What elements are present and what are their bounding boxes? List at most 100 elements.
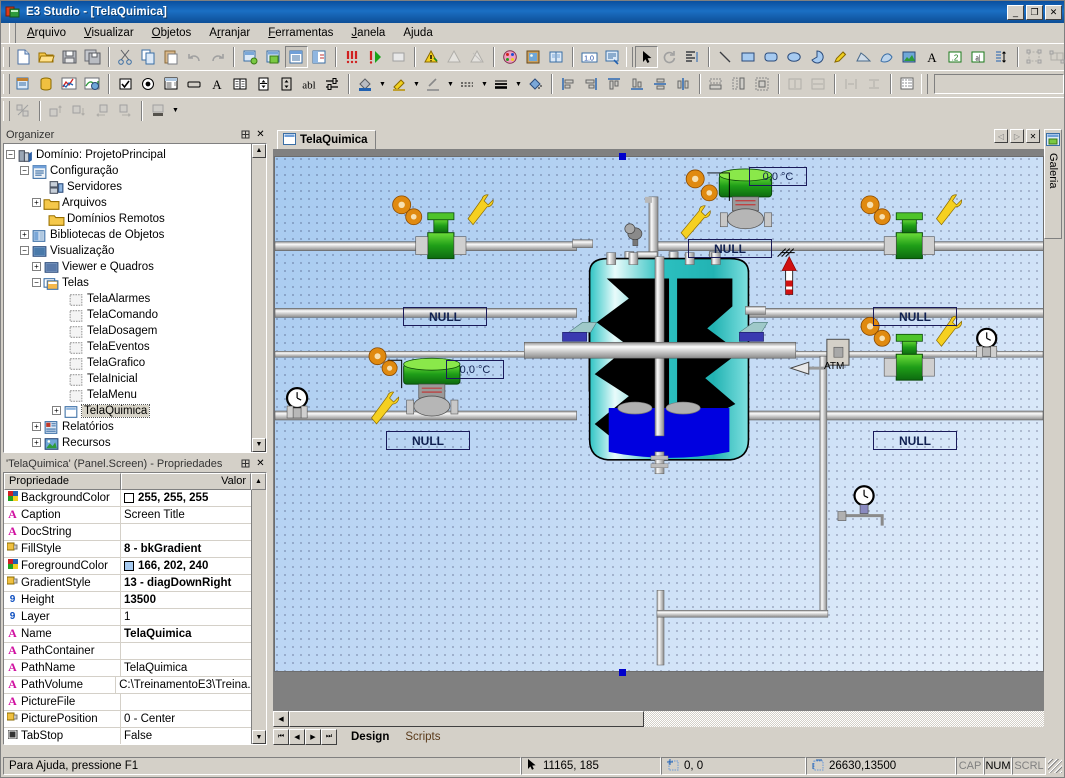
toolbar-grip-4[interactable] (921, 74, 928, 94)
expander-toggle[interactable]: + (32, 438, 41, 448)
fill-color-dropdown[interactable]: ▼ (377, 73, 388, 95)
warning-disabled-icon[interactable] (443, 46, 466, 68)
property-row-pathvolume[interactable]: A PathVolume C:\TreinamentoE3\Treina... (4, 676, 251, 694)
column-header-property[interactable]: Propriedade (4, 472, 121, 490)
same-size-icon[interactable] (751, 73, 774, 95)
same-height-icon[interactable] (728, 73, 751, 95)
column-header-value[interactable]: Valor (121, 472, 251, 490)
textbox-tool-icon[interactable]: abl (298, 73, 321, 95)
expander-toggle[interactable]: − (32, 278, 41, 288)
expander-toggle[interactable]: + (52, 406, 61, 416)
toolbar-grip-3[interactable] (3, 74, 10, 94)
property-value[interactable]: TelaQuimica (121, 660, 251, 676)
temp-display-left[interactable]: 0,0 °C (446, 360, 504, 379)
canvas-horizontal-scrollbar[interactable]: ◀ (273, 711, 1044, 727)
pencil-tool-icon[interactable] (829, 46, 852, 68)
property-value[interactable]: C:\TreinamentoE3\Treina... (116, 677, 251, 693)
tree-node-recursos[interactable]: + Recursos (6, 435, 251, 451)
tree-vertical-scrollbar[interactable]: ▲ ▼ (251, 143, 266, 452)
nudge-up-icon[interactable] (45, 100, 68, 122)
property-row-foregroundcolor[interactable]: ForegroundColor 166, 202, 240 (4, 557, 251, 575)
trend-chart-icon[interactable] (58, 73, 81, 95)
align-bottom-icon[interactable] (626, 73, 649, 95)
align-top-icon[interactable] (603, 73, 626, 95)
menu-arranjar[interactable]: Arranjar (200, 25, 259, 41)
sidebar-item-teladosagem[interactable]: TelaDosagem (6, 323, 251, 339)
space-vertical-icon[interactable] (807, 73, 830, 95)
button-tool-icon[interactable] (183, 73, 206, 95)
insert-object-icon[interactable] (239, 46, 262, 68)
sidebar-item-telagrafico[interactable]: TelaGrafico (6, 355, 251, 371)
resize-grip[interactable] (1048, 759, 1062, 773)
expander-toggle[interactable]: + (32, 198, 41, 208)
slider-tool-icon[interactable] (321, 73, 344, 95)
tab-scripts[interactable]: Scripts (393, 729, 450, 746)
updown-tool-icon[interactable] (275, 73, 298, 95)
restore-button[interactable]: ❐ (1026, 4, 1043, 20)
expander-toggle[interactable]: − (6, 150, 15, 160)
property-row-name[interactable]: A Name TelaQuimica (4, 625, 251, 643)
setpoint-tool-icon[interactable] (990, 46, 1013, 68)
property-value[interactable]: 0 - Center (121, 711, 251, 727)
line-weight-icon[interactable] (490, 73, 513, 95)
properties-scroll-down-button[interactable]: ▼ (252, 730, 266, 745)
polygon-tool-icon[interactable] (852, 46, 875, 68)
spin-tool-icon[interactable] (252, 73, 275, 95)
property-row-backgroundcolor[interactable]: BackgroundColor 255, 255, 255 (4, 489, 251, 507)
zoom-100-icon[interactable]: 1.0 (578, 46, 601, 68)
align-left-icon[interactable] (557, 73, 580, 95)
temp-display-top[interactable]: 0,0 °C (749, 167, 807, 186)
warning-off-icon[interactable] (466, 46, 489, 68)
fill-style-icon[interactable] (147, 100, 170, 122)
nav-last-button[interactable]: ⏭ (321, 729, 337, 745)
run-alarms-icon[interactable] (341, 46, 364, 68)
menu-visualizar[interactable]: Visualizar (75, 25, 143, 41)
selection-handle-bottom[interactable] (619, 669, 626, 676)
new-screen-icon[interactable] (262, 46, 285, 68)
tree-node-dominio[interactable]: − Domínio: ProjetoPrincipal (6, 147, 251, 163)
toolbar-grip-2[interactable] (626, 47, 633, 67)
tree-node-bibliotecas[interactable]: + Bibliotecas de Objetos (6, 227, 251, 243)
color-palette-icon[interactable] (499, 46, 522, 68)
selection-handle-top[interactable] (619, 153, 626, 160)
radiobutton-tool-icon[interactable] (137, 73, 160, 95)
property-row-layer[interactable]: 9 Layer 1 (4, 608, 251, 626)
organizer-icon[interactable] (308, 46, 331, 68)
toolbar-grip-5[interactable] (3, 100, 10, 121)
property-row-tabstop[interactable]: TabStop False (4, 727, 251, 745)
expander-toggle[interactable]: − (20, 246, 29, 256)
project-tree[interactable]: − Domínio: ProjetoPrincipal − Configuraç… (4, 144, 251, 452)
paste-icon[interactable] (160, 46, 183, 68)
property-row-docstring[interactable]: A DocString (4, 523, 251, 541)
null-display-right-lower[interactable]: NULL (873, 431, 957, 450)
menu-janela[interactable]: Janela (342, 25, 394, 41)
close-button[interactable]: ✕ (1045, 4, 1062, 20)
menu-objetos[interactable]: Objetos (143, 25, 201, 41)
rounded-rect-tool-icon[interactable] (760, 46, 783, 68)
property-row-picturefile[interactable]: A PictureFile (4, 693, 251, 711)
select-arrow-icon[interactable] (635, 46, 658, 68)
property-value[interactable]: 13 - diagDownRight (121, 575, 251, 591)
tree-node-configuracao[interactable]: − Configuração (6, 163, 251, 179)
stop-icon[interactable] (387, 46, 410, 68)
property-value[interactable]: 13500 (121, 592, 251, 608)
tab-design[interactable]: Design (339, 729, 399, 746)
undo-icon[interactable] (183, 46, 206, 68)
make-horizontal-icon[interactable] (840, 73, 863, 95)
tree-node-visualizacao[interactable]: − Visualização (6, 243, 251, 259)
save-all-icon[interactable] (81, 46, 104, 68)
center-vertical-icon[interactable] (672, 73, 695, 95)
listbox-tool-icon[interactable] (160, 73, 183, 95)
same-width-icon[interactable] (705, 73, 728, 95)
tree-node-relatorios[interactable]: + Relatórios (6, 419, 251, 435)
property-value[interactable]: 166, 202, 240 (121, 558, 251, 574)
text-tool-icon[interactable]: A (921, 46, 944, 68)
null-display-right-upper[interactable]: NULL (873, 307, 957, 326)
space-horizontal-icon[interactable] (784, 73, 807, 95)
property-row-caption[interactable]: A Caption Screen Title (4, 506, 251, 524)
make-vertical-icon[interactable] (863, 73, 886, 95)
nudge-down-icon[interactable] (68, 100, 91, 122)
style-combo[interactable] (934, 74, 1064, 94)
null-display-top[interactable]: NULL (688, 239, 772, 258)
line-style-icon[interactable] (456, 73, 479, 95)
